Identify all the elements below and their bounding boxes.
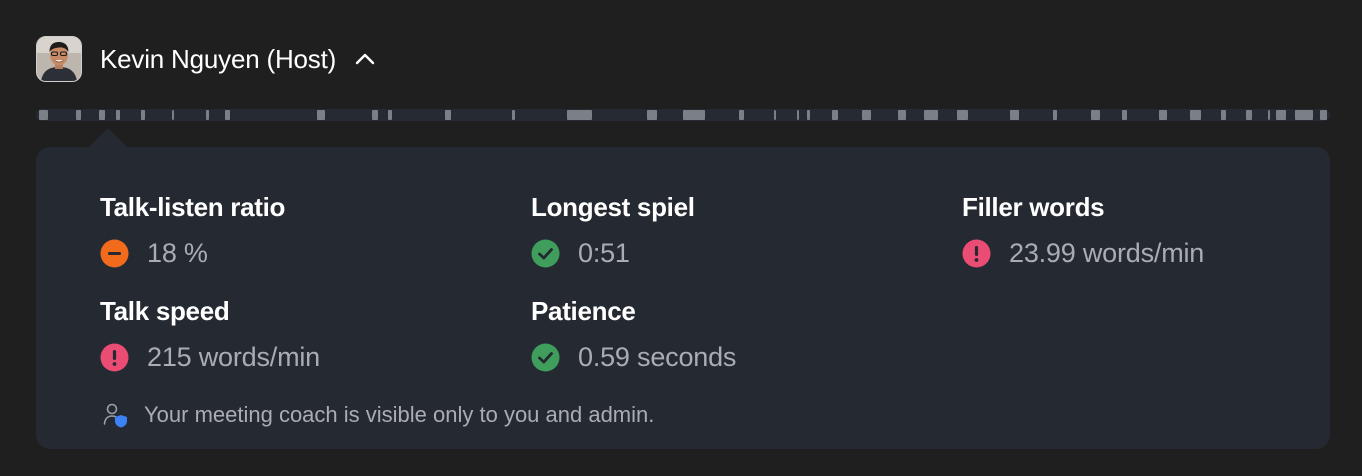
speaking-segment bbox=[76, 110, 82, 120]
speaking-segment bbox=[1275, 110, 1286, 120]
speaking-segment bbox=[957, 110, 968, 120]
metric-patience: Patience 0.59 seconds bbox=[531, 296, 736, 372]
metric-title: Talk speed bbox=[100, 296, 230, 326]
speaking-segment bbox=[1010, 110, 1020, 120]
exclamation-circle-icon bbox=[100, 343, 129, 371]
check-circle-icon bbox=[531, 239, 560, 267]
speaking-segment bbox=[1221, 110, 1227, 120]
metric-talk-listen-ratio: Talk-listen ratio 18 % bbox=[100, 192, 285, 268]
metric-longest-spiel: Longest spiel 0:51 bbox=[531, 192, 695, 268]
speaking-segment bbox=[444, 110, 452, 120]
speaking-segment bbox=[316, 110, 325, 120]
participant-header[interactable]: Kevin Nguyen (Host) bbox=[36, 35, 376, 83]
speaking-segment bbox=[738, 110, 744, 120]
exclamation-circle-icon bbox=[962, 239, 991, 267]
metric-value: 23.99 words/min bbox=[1009, 237, 1205, 268]
speaking-segment bbox=[512, 110, 515, 120]
metric-value: 18 % bbox=[147, 237, 208, 268]
metric-title: Talk-listen ratio bbox=[100, 192, 286, 222]
privacy-note-text: Your meeting coach is visible only to yo… bbox=[144, 402, 655, 427]
speaking-segment bbox=[372, 110, 378, 120]
metric-value: 0:51 bbox=[578, 237, 630, 268]
speaking-segment bbox=[861, 110, 871, 120]
speaking-segment bbox=[99, 110, 105, 120]
speaking-segment bbox=[646, 110, 658, 120]
speaking-segment bbox=[1090, 110, 1100, 120]
speaking-segment bbox=[224, 110, 231, 120]
speaking-segment bbox=[1053, 110, 1057, 120]
metric-title: Longest spiel bbox=[531, 192, 695, 222]
check-circle-icon bbox=[531, 343, 560, 371]
minus-circle-icon bbox=[100, 239, 129, 267]
speaking-segment bbox=[897, 110, 906, 120]
host-avatar bbox=[36, 36, 82, 82]
metric-value: 0.59 seconds bbox=[578, 341, 737, 372]
metric-talk-speed: Talk speed 215 words/min bbox=[100, 296, 320, 372]
speaking-segment bbox=[1245, 110, 1253, 120]
user-shield-icon bbox=[103, 403, 127, 428]
speaking-segment bbox=[1190, 110, 1201, 120]
speaking-segment bbox=[171, 110, 175, 120]
speaking-segment bbox=[923, 110, 938, 120]
speaking-segment bbox=[1159, 110, 1167, 120]
privacy-note: Your meeting coach is visible only to yo… bbox=[102, 401, 654, 429]
speaking-segment bbox=[1267, 110, 1270, 120]
meeting-coach-panel: Talk-listen ratio 18 % Longest spiel 0:5… bbox=[36, 147, 1330, 449]
chevron-up-icon[interactable] bbox=[354, 48, 376, 70]
metric-filler-words: Filler words 23.99 words/min bbox=[962, 192, 1204, 268]
speaking-segment bbox=[831, 110, 839, 120]
speaking-segment bbox=[807, 110, 810, 120]
panel-pointer bbox=[88, 128, 128, 148]
speaking-segment bbox=[1295, 110, 1314, 120]
speaking-segment bbox=[1121, 110, 1127, 120]
speaking-segment bbox=[773, 110, 776, 120]
metric-value: 215 words/min bbox=[147, 341, 320, 372]
host-name: Kevin Nguyen (Host) bbox=[100, 43, 337, 74]
metric-title: Filler words bbox=[962, 192, 1105, 222]
speaking-segment bbox=[566, 110, 593, 120]
speaking-segment bbox=[683, 110, 705, 120]
speaking-segment bbox=[140, 110, 145, 120]
speaking-segment bbox=[1319, 110, 1328, 120]
speaking-segment bbox=[38, 110, 48, 120]
speaking-segment bbox=[796, 110, 800, 120]
person-avatar-icon bbox=[37, 37, 81, 81]
speaking-timeline[interactable] bbox=[36, 109, 1330, 121]
speaking-segment bbox=[387, 110, 392, 120]
metric-title: Patience bbox=[531, 296, 636, 326]
speaking-segment bbox=[116, 110, 121, 120]
speaking-segment bbox=[205, 110, 210, 120]
